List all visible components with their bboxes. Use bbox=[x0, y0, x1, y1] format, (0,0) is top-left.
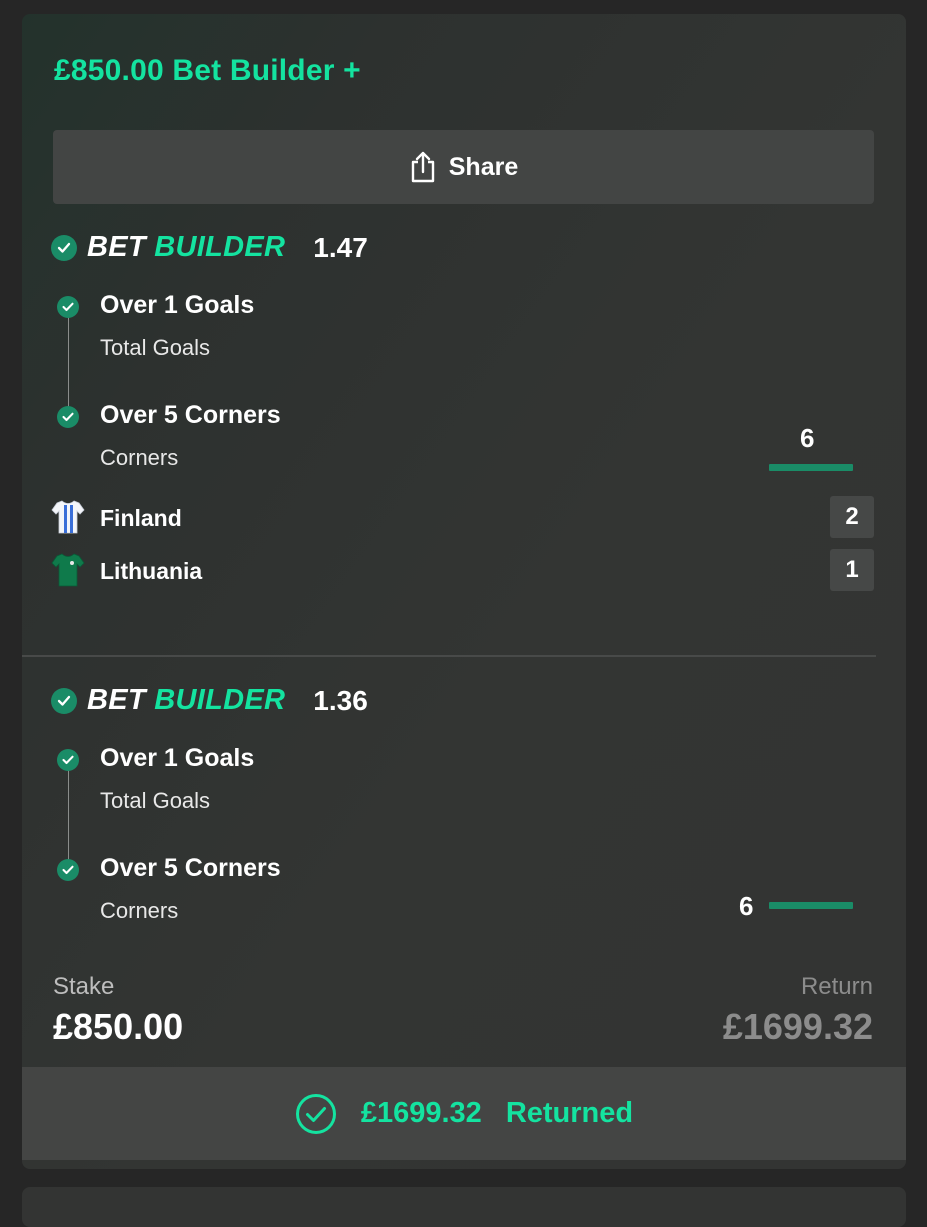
return-amount: £1699.32 bbox=[722, 1006, 873, 1047]
bet-card: £850.00 Bet Builder + Share BET BUILDER … bbox=[22, 14, 906, 1169]
check-icon bbox=[51, 234, 77, 261]
bet-builder-header: BET BUILDER 1.36 bbox=[51, 684, 368, 717]
leg-market: Corners bbox=[100, 445, 179, 470]
share-label: Share bbox=[448, 152, 519, 181]
bet-builder-logo: BET BUILDER bbox=[87, 231, 286, 263]
bet-title: £850.00 Bet Builder + bbox=[54, 54, 361, 87]
bet-builder-odds: 1.36 bbox=[313, 684, 368, 716]
check-icon bbox=[57, 859, 79, 881]
returned-status: Returned bbox=[505, 1097, 634, 1129]
stake-amount: £850.00 bbox=[53, 1006, 184, 1047]
team-score: 1 bbox=[830, 549, 874, 591]
section-divider bbox=[22, 655, 876, 657]
stake-label: Stake bbox=[53, 973, 115, 1000]
bet-builder-header: BET BUILDER 1.47 bbox=[51, 231, 368, 264]
share-button[interactable]: Share bbox=[53, 130, 874, 204]
team-name: Lithuania bbox=[100, 558, 203, 584]
return-label: Return bbox=[800, 973, 873, 1000]
check-circle-icon bbox=[295, 1093, 336, 1134]
lithuania-shirt-icon bbox=[51, 552, 85, 593]
leg-market: Total Goals bbox=[100, 788, 211, 813]
finland-shirt-icon bbox=[51, 499, 85, 540]
bet-builder-odds: 1.47 bbox=[313, 231, 368, 263]
team-name: Finland bbox=[100, 505, 182, 531]
check-icon bbox=[51, 687, 77, 714]
leg-connector bbox=[68, 770, 69, 869]
leg-title: Over 5 Corners bbox=[100, 401, 281, 429]
corners-progress-bar bbox=[769, 902, 853, 909]
bet-builder-logo: BET BUILDER bbox=[87, 684, 286, 716]
returned-amount: £1699.32 bbox=[360, 1097, 482, 1129]
corners-progress-bar bbox=[769, 464, 853, 471]
leg-market: Total Goals bbox=[100, 335, 211, 360]
share-icon bbox=[411, 151, 434, 183]
leg-market: Corners bbox=[100, 898, 179, 923]
next-bet-card bbox=[22, 1187, 906, 1227]
check-icon bbox=[57, 406, 79, 428]
check-icon bbox=[57, 296, 79, 318]
leg-connector bbox=[68, 317, 69, 416]
returned-banner: £1699.32 Returned bbox=[22, 1067, 906, 1160]
corners-stat-value: 6 bbox=[739, 891, 754, 921]
leg-title: Over 1 Goals bbox=[100, 744, 255, 772]
leg-title: Over 1 Goals bbox=[100, 291, 255, 319]
check-icon bbox=[57, 749, 79, 771]
leg-title: Over 5 Corners bbox=[100, 854, 281, 882]
corners-stat-value: 6 bbox=[800, 423, 815, 453]
team-score: 2 bbox=[830, 496, 874, 538]
